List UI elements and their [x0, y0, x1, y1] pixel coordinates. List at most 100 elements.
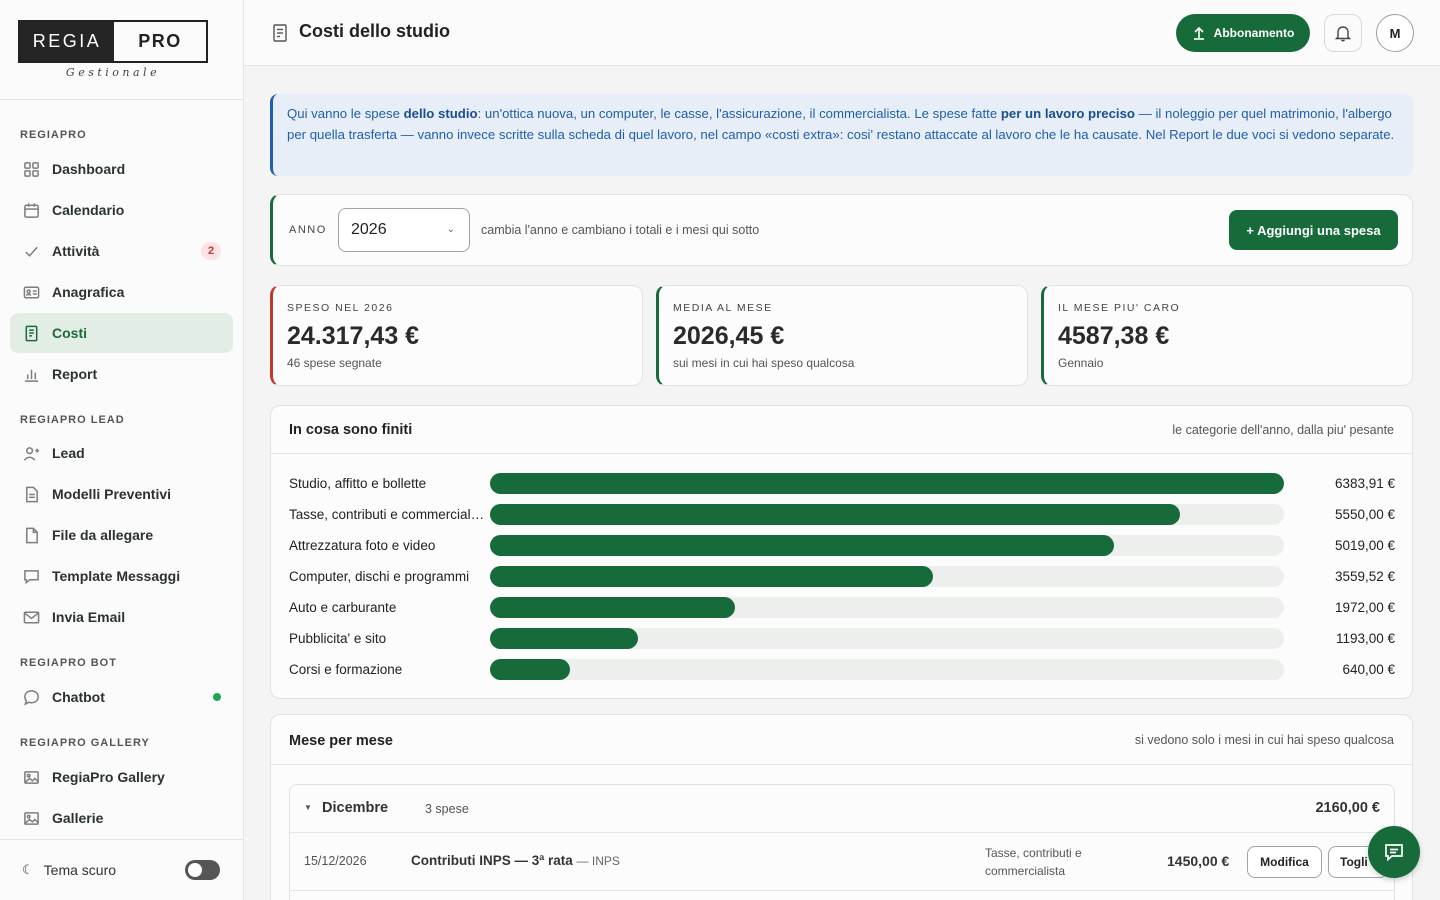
sidebar-item-label: Calendario	[52, 202, 125, 218]
nav-section-regiapro-lead: REGIAPRO LEAD	[20, 414, 125, 426]
image-icon	[22, 768, 40, 786]
sidebar-item-file-da-allegare[interactable]: File da allegare	[10, 515, 233, 555]
sidebar-item-modelli-preventivi[interactable]: Modelli Preventivi	[10, 474, 233, 514]
info-bold-text: dello studio	[403, 106, 478, 121]
info-text: : un'ottica nuova, un computer, le casse…	[477, 106, 1001, 121]
category-name: Computer, dischi e programmi	[289, 569, 470, 584]
sidebar-item-attivita[interactable]: Attività 2	[10, 231, 233, 271]
year-select[interactable]: 2026 ⌄	[338, 208, 470, 252]
logo[interactable]: REGIA PRO Gestionale	[0, 0, 243, 100]
category-amount: 1972,00 €	[1334, 600, 1395, 615]
sidebar-item-anagrafica[interactable]: Anagrafica	[10, 272, 233, 312]
category-bar-track	[490, 659, 1284, 680]
year-value: 2026	[351, 221, 387, 238]
category-bar	[490, 628, 639, 649]
bell-icon	[1334, 26, 1352, 42]
expense-vendor: — INPS	[576, 854, 620, 868]
stat-label: MEDIA AL MESE	[673, 302, 773, 314]
categories-hint: le categorie dell'anno, dalla piu' pesan…	[1172, 423, 1394, 437]
category-amount: 640,00 €	[1342, 662, 1395, 677]
months-hint: si vedono solo i mesi in cui hai speso q…	[1134, 733, 1394, 747]
theme-toggle-row: ☾ Tema scuro	[0, 839, 244, 900]
add-expense-button[interactable]: + Aggiungi una spesa	[1229, 210, 1398, 250]
sidebar-item-template-messaggi[interactable]: Template Messaggi	[10, 556, 233, 596]
categories-card-header: In cosa sono finiti le categorie dell'an…	[271, 406, 1412, 454]
user-avatar[interactable]: M	[1376, 14, 1414, 52]
stat-label: SPESO NEL 2026	[287, 302, 394, 314]
expense-row: 15/12/2026 Contributi INPS — 3ª rata — I…	[290, 833, 1394, 891]
nav-section-regiapro: REGIAPRO	[20, 129, 87, 141]
category-bar	[490, 535, 1115, 556]
category-name: Corsi e formazione	[289, 662, 403, 677]
stat-subtext: 46 spese segnate	[287, 356, 382, 370]
category-name: Tasse, contributi e commercialista	[289, 507, 485, 522]
stat-value: 2026,45 €	[673, 322, 785, 350]
images-icon	[22, 809, 40, 827]
dark-theme-toggle[interactable]	[185, 860, 220, 880]
id-card-icon	[22, 283, 40, 301]
month-header[interactable]: ▼ Dicembre 3 spese 2160,00 €	[290, 785, 1394, 833]
nav-section-regiapro-bot: REGIAPRO BOT	[20, 657, 117, 669]
edit-expense-button[interactable]: Modifica	[1247, 846, 1322, 878]
sidebar-item-label: RegiaPro Gallery	[52, 769, 165, 785]
file-icon	[22, 526, 40, 544]
category-bar	[490, 659, 570, 680]
subscription-button[interactable]: Abbonamento	[1176, 14, 1310, 52]
logo-box: REGIA PRO	[18, 20, 208, 63]
mail-icon	[22, 608, 40, 626]
receipt-icon	[273, 24, 287, 42]
logo-subtitle: Gestionale	[65, 66, 161, 79]
upload-icon	[1193, 26, 1204, 40]
caret-down-icon: ▼	[304, 803, 312, 812]
category-amount: 1193,00 €	[1335, 631, 1395, 646]
months-card: Mese per mese si vedono solo i mesi in c…	[270, 714, 1413, 900]
sidebar-item-costi[interactable]: Costi	[10, 313, 233, 353]
notification-badge: 2	[201, 242, 221, 260]
month-group: ▼ Dicembre 3 spese 2160,00 € 15/12/2026 …	[289, 784, 1395, 900]
sidebar-item-label: Costi	[52, 325, 87, 341]
sidebar-item-invia-email[interactable]: Invia Email	[10, 597, 233, 637]
category-name: Pubblicita' e sito	[289, 631, 387, 646]
sidebar-item-calendario[interactable]: Calendario	[10, 190, 233, 230]
moon-icon: ☾	[22, 862, 34, 877]
sidebar-item-lead[interactable]: Lead	[10, 433, 233, 473]
category-bar-track	[490, 535, 1284, 556]
sidebar-item-label: Template Messaggi	[52, 568, 181, 584]
logo-text-right: PRO	[138, 31, 182, 51]
chat-fab-button[interactable]	[1368, 826, 1420, 878]
month-expense-count: 3 spese	[425, 802, 469, 816]
stat-value: 24.317,43 €	[287, 322, 420, 350]
sidebar-item-gallerie[interactable]: Gallerie	[10, 798, 233, 838]
sidebar-item-regiapro-gallery[interactable]: RegiaPro Gallery	[10, 757, 233, 797]
category-row: Studio, affitto e bollette 6383,91 €	[289, 473, 1395, 495]
document-icon	[22, 485, 40, 503]
sidebar-item-dashboard[interactable]: Dashboard	[10, 149, 233, 189]
sidebar-item-label: Report	[52, 366, 98, 382]
expense-amount: 1450,00 €	[1167, 853, 1230, 869]
month-name: Dicembre	[322, 800, 389, 816]
sidebar-item-chatbot[interactable]: Chatbot	[10, 677, 233, 717]
category-bar-track	[490, 473, 1284, 494]
receipt-icon	[22, 324, 40, 342]
category-bar	[490, 566, 933, 587]
category-bar-track	[490, 628, 1284, 649]
category-amount: 5550,00 €	[1334, 507, 1395, 522]
category-name: Attrezzatura foto e video	[289, 538, 436, 553]
category-name: Auto e carburante	[289, 600, 397, 615]
category-bar-track	[490, 566, 1284, 587]
notifications-button[interactable]	[1324, 14, 1362, 52]
sidebar-item-label: Gallerie	[52, 810, 104, 826]
category-name: Studio, affitto e bollette	[289, 476, 427, 491]
category-amount: 3559,52 €	[1334, 569, 1395, 584]
months-title: Mese per mese	[289, 733, 393, 749]
sidebar-item-report[interactable]: Report	[10, 354, 233, 394]
info-bold-text: per un lavoro preciso	[1000, 106, 1135, 121]
page-title: Costi dello studio	[299, 21, 450, 41]
year-label: ANNO	[289, 224, 327, 236]
category-amount: 5019,00 €	[1334, 538, 1395, 553]
stat-card-total: SPESO NEL 2026 24.317,43 € 46 spese segn…	[270, 285, 643, 386]
stat-card-average: MEDIA AL MESE 2026,45 € sui mesi in cui …	[656, 285, 1028, 386]
category-bar	[490, 597, 736, 618]
category-row: Corsi e formazione 640,00 €	[289, 659, 1395, 681]
category-bar-track	[490, 504, 1284, 525]
